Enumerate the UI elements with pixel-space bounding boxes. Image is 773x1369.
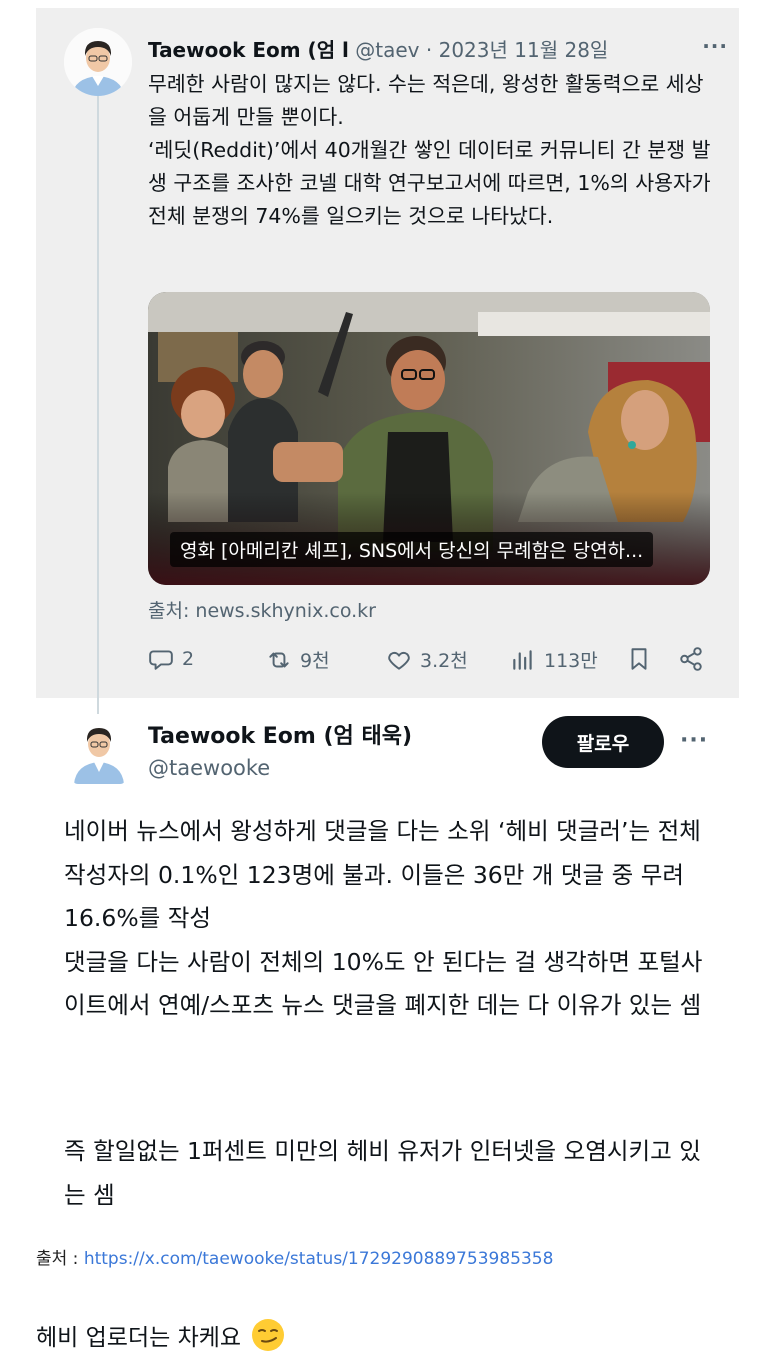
retweet-count: 9천 <box>300 650 330 672</box>
more-icon[interactable]: ··· <box>702 34 728 58</box>
avatar[interactable] <box>64 28 132 96</box>
bookmark-icon <box>631 648 647 670</box>
footer-text: 헤비 업로더는 차케요 <box>36 1325 242 1351</box>
retweet-button[interactable]: 9천 <box>266 646 330 673</box>
tweet-paragraph: 댓글을 다는 사람이 전체의 10%도 안 된다는 걸 생각하면 포털사이트에서… <box>64 947 703 1020</box>
tweet-paragraph: ‘레딧(Reddit)’에서 40개월간 쌓인 데이터로 커뮤니티 간 분쟁 발… <box>148 138 711 228</box>
card-caption: 영화 [아메리칸 셰프], SNS에서 당신의 무례함은 당연하... <box>170 532 654 567</box>
author-name[interactable]: Taewook Eom (엄 태욱) <box>148 718 412 750</box>
share-button[interactable] <box>678 646 704 672</box>
author-handle[interactable]: @taev <box>355 38 419 62</box>
like-icon <box>388 651 410 670</box>
tweet-date[interactable]: 2023년 11월 28일 <box>439 38 609 62</box>
retweet-icon <box>269 652 289 667</box>
footer-comment: 헤비 업로더는 차케요 <box>36 1318 285 1352</box>
link-card-image[interactable]: 영화 [아메리칸 셰프], SNS에서 당신의 무례함은 당연하... <box>148 292 710 585</box>
more-icon[interactable]: ··· <box>680 728 708 753</box>
author-handle[interactable]: @taewooke <box>148 756 270 780</box>
tweet-header: Taewook Eom (엄 l @taev · 2023년 11월 28일 ·… <box>148 34 728 66</box>
source-line: 출처 : https://x.com/taewooke/status/17292… <box>36 1244 553 1269</box>
tweet-paragraph: 네이버 뉴스에서 왕성하게 댓글을 다는 소위 ‘헤비 댓글러’는 전체 작성자… <box>64 817 701 932</box>
card-source[interactable]: 출처: news.skhynix.co.kr <box>148 596 376 623</box>
tweet-paragraph: 즉 할일없는 1퍼센트 미만의 헤비 유저가 인터넷을 오염시키고 있는 셈 <box>64 1137 701 1209</box>
reply-count: 2 <box>182 648 195 670</box>
tweet-text: 네이버 뉴스에서 왕성하게 댓글을 다는 소위 ‘헤비 댓글러’는 전체 작성자… <box>64 810 714 1028</box>
like-button[interactable]: 3.2천 <box>386 646 468 673</box>
views-icon <box>513 649 532 670</box>
tweet-text: 무례한 사람이 많지는 않다. 수는 적은데, 왕성한 활동력으로 세상을 어둡… <box>148 68 718 233</box>
source-link[interactable]: https://x.com/taewooke/status/1729290889… <box>84 1249 554 1269</box>
follow-button[interactable]: 팔로우 <box>542 716 664 768</box>
source-label: 출처 : <box>36 1249 79 1269</box>
views-button[interactable]: 113만 <box>510 646 598 673</box>
like-count: 3.2천 <box>420 650 468 672</box>
smirk-emoji-icon <box>252 1319 285 1351</box>
reply-icon <box>149 650 173 670</box>
separator: · <box>425 38 433 62</box>
quoted-tweet: Taewook Eom (엄 l @taev · 2023년 11월 28일 ·… <box>36 8 739 722</box>
avatar[interactable] <box>72 714 126 784</box>
author-name[interactable]: Taewook Eom (엄 l <box>148 38 349 62</box>
share-icon <box>680 647 702 671</box>
bookmark-button[interactable] <box>626 646 652 672</box>
views-count: 113만 <box>544 650 598 672</box>
thread-line <box>97 90 99 722</box>
reply-button[interactable]: 2 <box>148 646 194 672</box>
tweet-actions: 2 9천 3.2천 113만 <box>148 646 718 676</box>
tweet-paragraph: 무례한 사람이 많지는 않다. 수는 적은데, 왕성한 활동력으로 세상을 어둡… <box>148 72 704 129</box>
